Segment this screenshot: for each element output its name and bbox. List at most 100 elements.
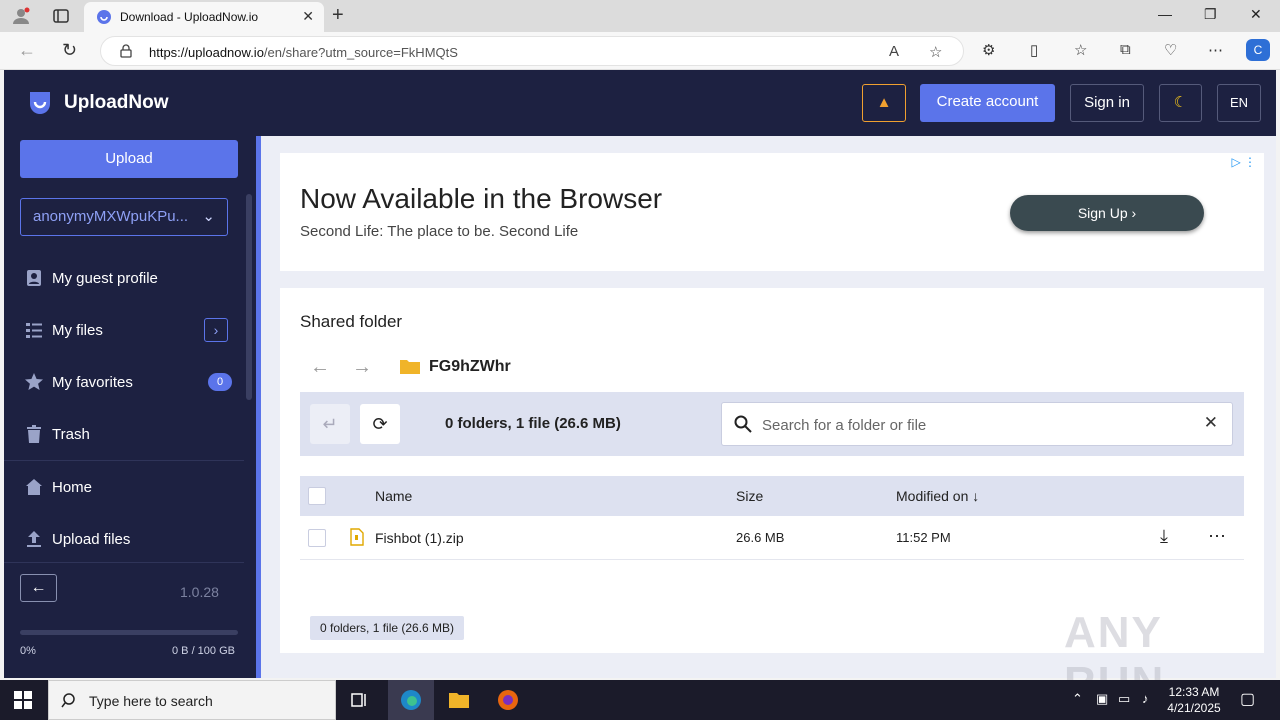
ad-headline: Now Available in the Browser: [300, 183, 663, 214]
clock-time: 12:33 AM: [1168, 685, 1220, 699]
edge-taskbar-button[interactable]: [388, 680, 434, 720]
file-name[interactable]: Fishbot (1).zip: [375, 530, 464, 546]
extensions-icon[interactable]: ⚙: [982, 41, 995, 59]
performance-icon[interactable]: ♡: [1164, 41, 1177, 59]
parent-folder-button[interactable]: ↵: [310, 404, 350, 444]
storage-percent: 0%: [20, 645, 36, 657]
clear-search-icon[interactable]: ✕: [1204, 413, 1218, 433]
ad-signup-button[interactable]: Sign Up ›: [1010, 195, 1204, 231]
folder-toolbar: ↵ ⟳ 0 folders, 1 file (26.6 MB) ✕: [300, 392, 1244, 456]
search-input[interactable]: [762, 413, 1182, 437]
sidebar-item-label: My favorites: [52, 374, 133, 391]
table-header: Name Size Modified on ↓: [300, 476, 1244, 516]
refresh-icon: ⟳: [372, 414, 388, 434]
folder-count: 0 folders, 1 file (26.6 MB): [445, 415, 621, 432]
new-tab-icon[interactable]: +: [332, 4, 344, 27]
download-icon[interactable]: ⤓: [1160, 526, 1168, 547]
sidebar-item-upload-files[interactable]: Upload files: [4, 519, 244, 559]
taskbar-search-placeholder: Type here to search: [89, 693, 213, 709]
close-tab-icon[interactable]: ✕: [302, 8, 314, 25]
task-view-icon[interactable]: [348, 688, 372, 712]
back-icon[interactable]: ←: [18, 40, 36, 61]
column-name[interactable]: Name: [375, 488, 412, 504]
sidebar-scrollbar[interactable]: [246, 194, 252, 400]
browser-tab[interactable]: Download - UploadNow.io ✕: [84, 2, 324, 32]
dark-mode-button[interactable]: ☾: [1159, 84, 1202, 122]
ad-choices-icon[interactable]: ▷ ⋮: [1231, 155, 1256, 169]
file-size: 26.6 MB: [736, 530, 785, 545]
volume-icon[interactable]: ♪: [1142, 691, 1149, 706]
collapse-sidebar-button[interactable]: ←: [20, 574, 57, 602]
notifications-icon[interactable]: ▢: [1240, 689, 1255, 709]
upload-button[interactable]: Upload: [20, 140, 238, 178]
row-checkbox[interactable]: [308, 529, 326, 547]
main-content: Now Available in the Browser Second Life…: [256, 136, 1276, 707]
taskbar-search[interactable]: Type here to search: [48, 680, 336, 720]
favorites-icon[interactable]: ☆: [1074, 41, 1087, 59]
sidebar: Upload anonymyMXWpuKPu... ⌄ My guest pro…: [4, 136, 256, 678]
chevron-right-icon[interactable]: ›: [204, 318, 228, 342]
profile-icon[interactable]: [12, 7, 30, 25]
file-tree-icon: [26, 323, 42, 338]
language-button[interactable]: EN: [1217, 84, 1261, 122]
browser-tab-bar: Download - UploadNow.io ✕ + — ❐ ✕: [0, 0, 1280, 32]
trash-icon: [27, 425, 41, 443]
column-modified[interactable]: Modified on ↓: [896, 488, 979, 504]
upload-icon: [27, 531, 41, 547]
tray-security-icon[interactable]: ▣: [1096, 691, 1108, 707]
lock-icon[interactable]: [119, 44, 133, 58]
sidebar-item-my-files[interactable]: My files ›: [4, 310, 244, 350]
firefox-icon[interactable]: [496, 688, 520, 712]
minimize-icon[interactable]: —: [1158, 6, 1172, 22]
arrow-left-icon: ←: [30, 579, 47, 596]
url-box[interactable]: https://uploadnow.io/en/share?utm_source…: [100, 36, 964, 66]
sidebar-item-guest-profile[interactable]: My guest profile: [4, 258, 244, 298]
ad-banner[interactable]: Now Available in the Browser Second Life…: [280, 153, 1264, 271]
restore-icon[interactable]: ❐: [1204, 6, 1217, 23]
copilot-icon[interactable]: C: [1246, 39, 1270, 61]
column-size[interactable]: Size: [736, 488, 763, 504]
create-account-button[interactable]: Create account: [920, 84, 1055, 122]
sidebar-item-home[interactable]: Home: [4, 467, 244, 507]
warning-button[interactable]: ▲: [862, 84, 906, 122]
zip-file-icon: [350, 528, 364, 546]
url-text[interactable]: https://uploadnow.io/en/share?utm_source…: [149, 45, 458, 60]
tab-title: Download - UploadNow.io: [120, 10, 259, 24]
sidebar-item-label: Home: [52, 479, 93, 496]
favorites-count-badge: 0: [208, 373, 232, 391]
account-dropdown[interactable]: anonymyMXWpuKPu... ⌄: [20, 198, 228, 236]
collections-icon[interactable]: ⧉: [1120, 41, 1131, 58]
file-explorer-icon[interactable]: [447, 688, 471, 712]
table-row[interactable]: Fishbot (1).zip 26.6 MB 11:52 PM ⤓ ⋯: [300, 516, 1244, 560]
home-icon: [26, 479, 42, 495]
storage-progress-bar: [20, 630, 238, 635]
read-aloud-icon[interactable]: A: [889, 43, 899, 60]
close-window-icon[interactable]: ✕: [1250, 6, 1262, 23]
system-clock[interactable]: 12:33 AM 4/21/2025: [1164, 684, 1224, 716]
tray-chevron-icon[interactable]: ⌃: [1072, 691, 1083, 707]
folder-icon: [400, 360, 420, 374]
nav-back-arrow-icon[interactable]: ←: [310, 356, 330, 379]
refresh-button[interactable]: ⟳: [360, 404, 400, 444]
select-all-checkbox[interactable]: [308, 487, 326, 505]
sidebar-item-favorites[interactable]: My favorites 0: [4, 362, 244, 402]
refresh-icon[interactable]: ↻: [62, 40, 77, 61]
sidebar-item-label: Trash: [52, 426, 90, 443]
split-screen-icon[interactable]: ▯: [1030, 41, 1038, 59]
more-options-icon[interactable]: ⋯: [1208, 526, 1226, 547]
favorite-star-icon[interactable]: ☆: [929, 43, 942, 61]
network-icon[interactable]: ▭: [1118, 691, 1130, 707]
logo[interactable]: UploadNow: [26, 88, 169, 121]
app: UploadNow ▲ Create account Sign in ☾ EN …: [4, 70, 1276, 707]
more-menu-icon[interactable]: ⋯: [1208, 41, 1223, 59]
nav-forward-arrow-icon[interactable]: →: [352, 356, 372, 379]
windows-start-icon[interactable]: [14, 691, 32, 709]
sidebar-item-label: My guest profile: [52, 270, 158, 287]
file-modified: 11:52 PM: [896, 530, 951, 545]
chevron-down-icon: ⌄: [202, 208, 215, 225]
tab-actions-icon[interactable]: [52, 7, 70, 25]
sidebar-item-trash[interactable]: Trash: [4, 414, 244, 454]
return-icon: ↵: [322, 414, 338, 434]
sign-in-button[interactable]: Sign in: [1070, 84, 1144, 122]
sidebar-item-label: My files: [52, 322, 103, 339]
